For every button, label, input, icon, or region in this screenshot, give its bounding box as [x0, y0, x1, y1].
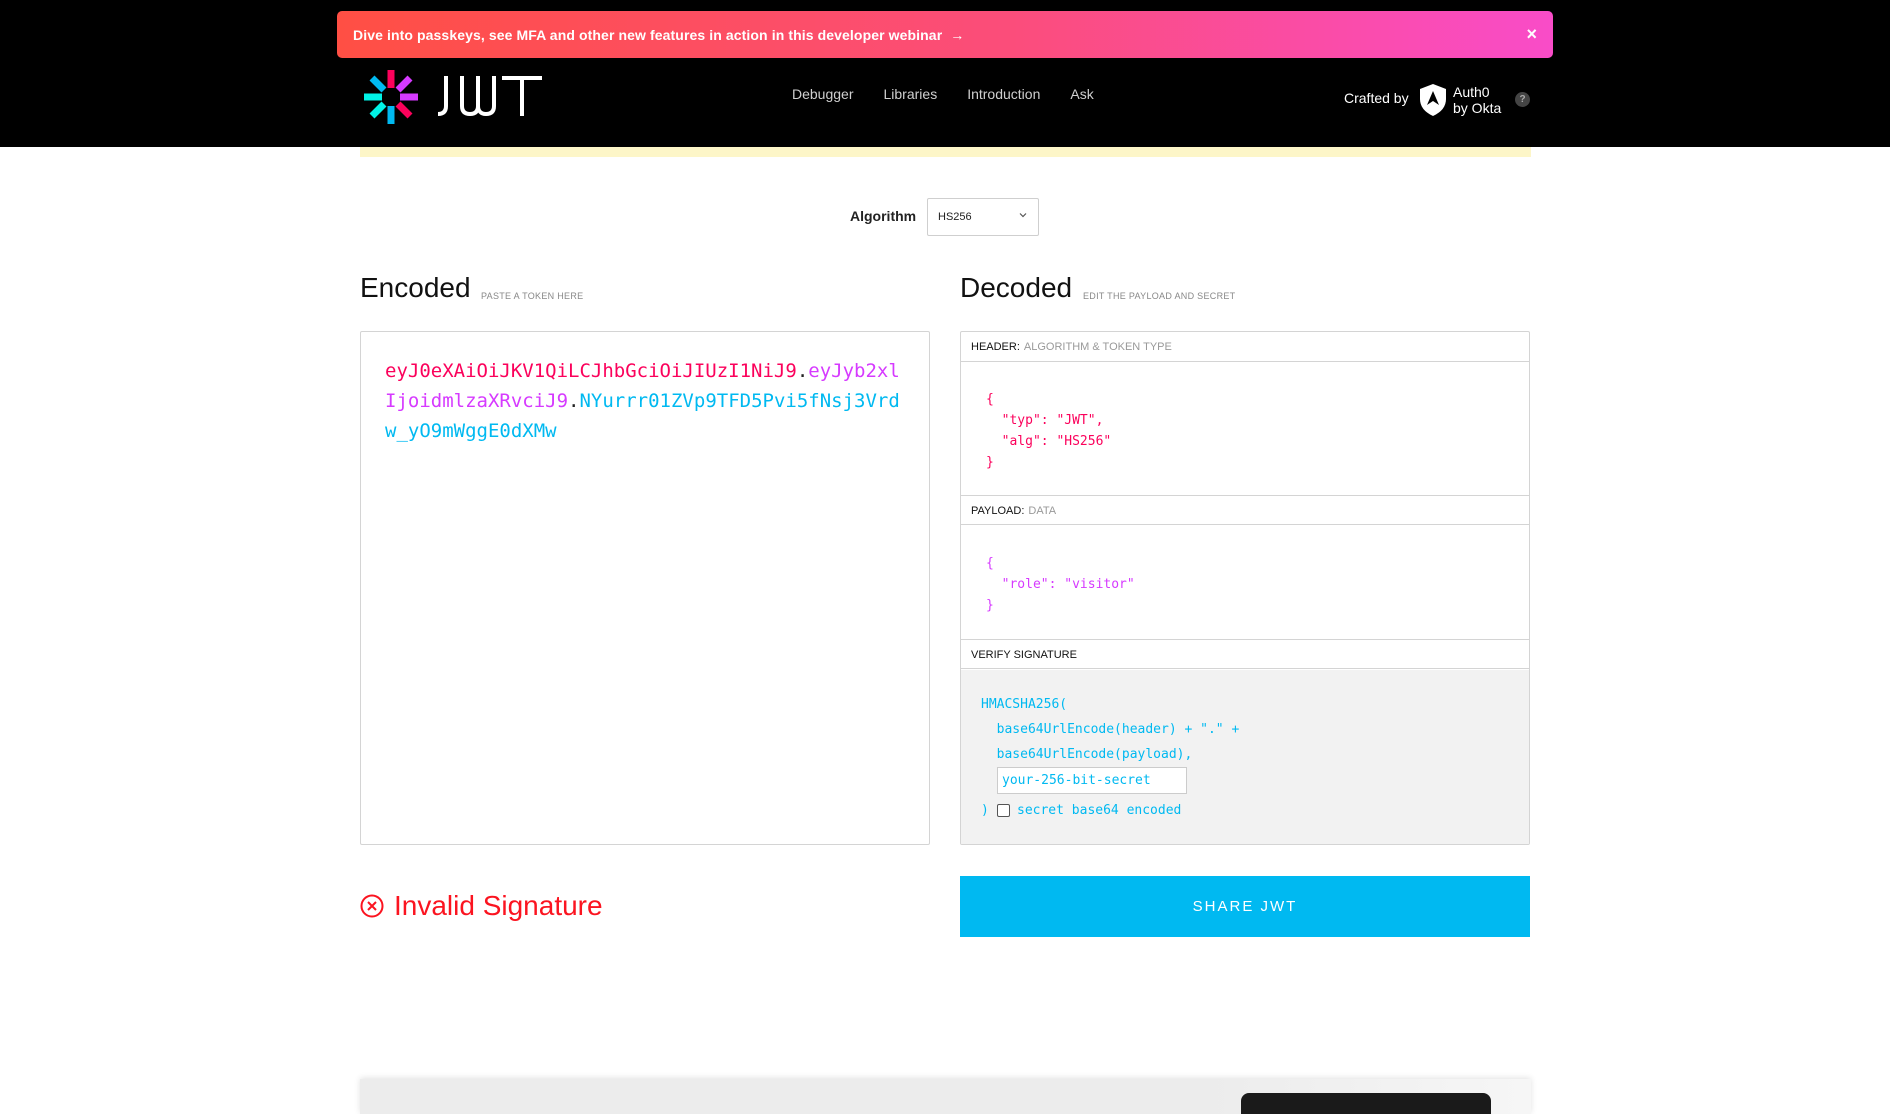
promo-image [1201, 1079, 1531, 1114]
signature-line-1: HMACSHA256( [981, 697, 1068, 712]
jwt-wordmark[interactable] [438, 76, 542, 116]
encoded-token-editor[interactable]: eyJ0eXAiOiJKV1QiLCJhbGciOiJIUzI1NiJ9.eyJ… [360, 331, 930, 845]
nav-introduction[interactable]: Introduction [967, 86, 1040, 102]
signature-status-text: Invalid Signature [394, 890, 603, 921]
share-jwt-button[interactable]: SHARE JWT [960, 876, 1530, 937]
verify-signature-label: VERIFY SIGNATURE [971, 649, 1077, 661]
auth0-brand[interactable]: Auth0 by Okta [1453, 84, 1501, 116]
header-section-desc: ALGORITHM & TOKEN TYPE [1023, 341, 1172, 353]
device-image [1241, 1093, 1491, 1114]
algorithm-value: HS256 [938, 211, 972, 223]
token-dot: . [796, 360, 809, 382]
auth0-shield-icon[interactable] [1419, 83, 1447, 117]
top-bar: Dive into passkeys, see MFA and other ne… [0, 0, 1890, 147]
encoded-title: Encoded [360, 272, 471, 303]
arrow-right-icon: → [950, 26, 965, 43]
signature-line-3: base64UrlEncode(payload), [981, 747, 1193, 762]
nav-debugger[interactable]: Debugger [792, 86, 854, 102]
header-section-title: HEADER: ALGORITHM & TOKEN TYPE [961, 332, 1529, 362]
payload-section-title: PAYLOAD: DATA [961, 495, 1529, 525]
signature-area: HMACSHA256( base64UrlEncode(header) + ".… [961, 670, 1529, 844]
promo-banner[interactable]: Dive into passkeys, see MFA and other ne… [337, 11, 1553, 58]
auth0-brand-line2: by Okta [1453, 100, 1502, 116]
algorithm-select[interactable]: HS256 [927, 198, 1039, 236]
help-icon[interactable]: ? [1515, 92, 1530, 107]
auth0-brand-line1: Auth0 [1453, 84, 1490, 100]
header-section-label: HEADER: [971, 341, 1020, 353]
base64-checkbox[interactable] [997, 804, 1010, 817]
base64-label[interactable]: secret base64 encoded [1017, 798, 1181, 823]
algorithm-label: Algorithm [850, 208, 917, 224]
token-header-part: eyJ0eXAiOiJKV1QiLCJhbGciOiJIUzI1NiJ9 [385, 360, 797, 382]
payload-json-editor[interactable]: { "role": "visitor" } [986, 553, 1135, 616]
decoded-panel: HEADER: ALGORITHM & TOKEN TYPE { "typ": "… [960, 331, 1530, 845]
chevron-down-icon [1019, 213, 1027, 218]
nav-libraries[interactable]: Libraries [884, 86, 938, 102]
signature-close-paren: ) [981, 803, 989, 818]
token-dot: . [568, 390, 580, 412]
decoded-subtitle: EDIT THE PAYLOAD AND SECRET [1083, 291, 1236, 301]
payload-section-desc: DATA [1028, 505, 1057, 517]
nav-ask[interactable]: Ask [1070, 86, 1093, 102]
encoded-subtitle: PASTE A TOKEN HERE [481, 291, 584, 301]
banner-text[interactable]: Dive into passkeys, see MFA and other ne… [353, 27, 942, 43]
payload-section-label: PAYLOAD: [971, 505, 1025, 517]
close-icon[interactable]: × [1526, 22, 1537, 46]
header-json-editor[interactable]: { "typ": "JWT", "alg": "HS256" } [986, 389, 1111, 473]
signature-line-2: base64UrlEncode(header) + "." + [981, 722, 1240, 737]
jwt-logo[interactable] [360, 66, 422, 128]
footer-promo-card[interactable] [360, 1079, 1531, 1114]
verify-signature-title: VERIFY SIGNATURE [961, 639, 1529, 669]
signature-status: Invalid Signature [360, 890, 603, 922]
secret-input[interactable] [997, 767, 1187, 794]
decoded-title: Decoded [960, 272, 1073, 303]
error-circle-icon [360, 894, 384, 918]
main-nav: Debugger Libraries Introduction Ask [792, 86, 1094, 102]
crafted-by-label: Crafted by [1344, 90, 1409, 106]
notice-strip [360, 147, 1531, 157]
